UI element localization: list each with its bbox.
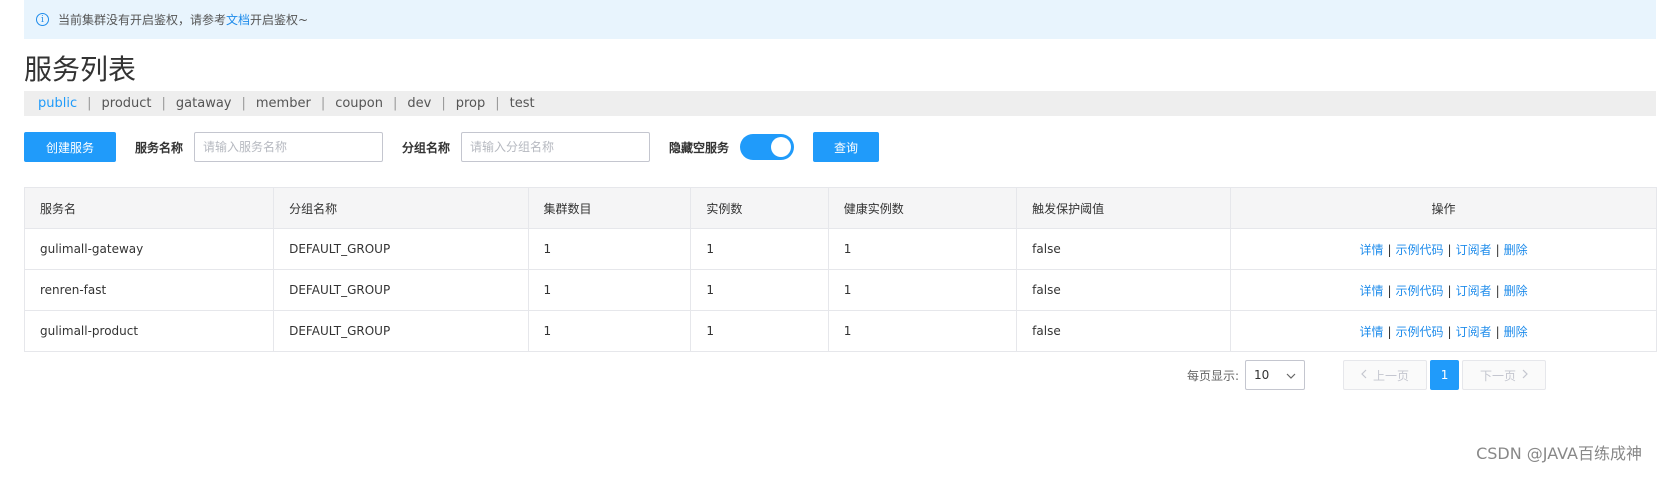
per-page-label: 每页显示: xyxy=(1187,368,1240,383)
delete-link[interactable]: 删除 xyxy=(1504,284,1528,298)
next-page-label: 下一页 xyxy=(1480,368,1517,383)
cell-instance-count: 1 xyxy=(690,310,829,352)
pagination: 每页显示: 10 上一页 1 下一页 xyxy=(1187,360,1547,390)
namespace-separator: | xyxy=(161,96,166,111)
cell-operations: 详情 | 示例代码 | 订阅者 | 删除 xyxy=(1230,269,1657,311)
action-separator: | xyxy=(1495,242,1500,257)
subscribers-link[interactable]: 订阅者 xyxy=(1456,243,1492,257)
cell-group-name: DEFAULT_GROUP xyxy=(273,269,529,311)
table-row: gulimall-gateway DEFAULT_GROUP 1 1 1 false 详情 |… xyxy=(23,228,1657,270)
cell-cluster-count: 1 xyxy=(527,228,692,270)
per-page-select[interactable]: 10 xyxy=(1245,360,1306,390)
group-name-label: 分组名称 xyxy=(402,140,451,155)
auth-notice-banner: i 当前集群没有开启鉴权，请参考 文档 开启鉴权~ xyxy=(24,0,1656,39)
cell-cluster-count: 1 xyxy=(527,269,692,311)
cell-healthy-instance-count: 1 xyxy=(827,310,1018,352)
namespace-coupon[interactable]: coupon xyxy=(335,96,383,111)
header-operations: 操作 xyxy=(1230,187,1657,229)
action-separator: | xyxy=(1387,283,1392,298)
namespace-separator: | xyxy=(495,96,500,111)
namespace-separator: | xyxy=(441,96,446,111)
table-row: gulimall-product DEFAULT_GROUP 1 1 1 false 详情 |… xyxy=(23,310,1657,352)
namespace-gataway[interactable]: gataway xyxy=(176,96,232,111)
namespace-member[interactable]: member xyxy=(256,96,311,111)
action-separator: | xyxy=(1495,283,1500,298)
sample-code-link[interactable]: 示例代码 xyxy=(1396,284,1444,298)
hide-empty-label: 隐藏空服务 xyxy=(669,140,730,155)
toolbar: 创建服务 服务名称 分组名称 隐藏空服务 查询 xyxy=(24,132,880,162)
prev-page-button[interactable]: 上一页 xyxy=(1343,360,1428,390)
namespace-separator: | xyxy=(241,96,246,111)
info-icon: i xyxy=(36,13,49,26)
next-page-button[interactable]: 下一页 xyxy=(1462,360,1547,390)
cell-protect-threshold: false xyxy=(1016,269,1232,311)
action-separator: | xyxy=(1387,242,1392,257)
subscribers-link[interactable]: 订阅者 xyxy=(1456,284,1492,298)
cell-service-name: gulimall-gateway xyxy=(23,228,275,270)
service-table: 服务名 分组名称 集群数目 实例数 健康实例数 触发保护阈值 操作 gulima… xyxy=(23,187,1657,352)
delete-link[interactable]: 删除 xyxy=(1504,325,1528,339)
header-service-name: 服务名 xyxy=(23,187,275,229)
cell-cluster-count: 1 xyxy=(527,310,692,352)
header-group-name: 分组名称 xyxy=(273,187,529,229)
service-name-label: 服务名称 xyxy=(135,140,184,155)
header-instance-count: 实例数 xyxy=(690,187,829,229)
delete-link[interactable]: 删除 xyxy=(1504,243,1528,257)
namespace-test[interactable]: test xyxy=(510,96,535,111)
page-number-current[interactable]: 1 xyxy=(1430,360,1460,390)
group-name-input[interactable] xyxy=(461,132,651,162)
detail-link[interactable]: 详情 xyxy=(1359,284,1383,298)
cell-instance-count: 1 xyxy=(690,269,829,311)
action-separator: | xyxy=(1387,324,1392,339)
table-row: renren-fast DEFAULT_GROUP 1 1 1 false 详情 | 示例代码 |… xyxy=(23,269,1657,311)
notice-text-after: 开启鉴权~ xyxy=(250,13,309,27)
namespace-public[interactable]: public xyxy=(38,96,77,111)
namespace-prop[interactable]: prop xyxy=(456,96,486,111)
docs-link[interactable]: 文档 xyxy=(226,11,250,28)
chevron-down-icon xyxy=(1286,368,1296,382)
per-page-value: 10 xyxy=(1254,368,1270,382)
page-title: 服务列表 xyxy=(24,53,137,86)
sample-code-link[interactable]: 示例代码 xyxy=(1396,325,1444,339)
service-name-input[interactable] xyxy=(194,132,384,162)
create-service-button[interactable]: 创建服务 xyxy=(24,132,116,162)
cell-protect-threshold: false xyxy=(1016,310,1232,352)
cell-service-name: gulimall-product xyxy=(23,310,275,352)
cell-instance-count: 1 xyxy=(690,228,829,270)
watermark: CSDN @JAVA百练成神 xyxy=(1476,444,1642,463)
prev-page-label: 上一页 xyxy=(1373,368,1410,383)
namespace-separator: | xyxy=(393,96,398,111)
notice-text-before: 当前集群没有开启鉴权，请参考 xyxy=(58,13,227,27)
header-protect-threshold: 触发保护阈值 xyxy=(1016,187,1232,229)
cell-protect-threshold: false xyxy=(1016,228,1232,270)
detail-link[interactable]: 详情 xyxy=(1359,325,1383,339)
toggle-knob xyxy=(771,137,792,157)
sample-code-link[interactable]: 示例代码 xyxy=(1396,243,1444,257)
namespace-separator: | xyxy=(320,96,326,111)
namespace-dev[interactable]: dev xyxy=(407,96,431,111)
subscribers-link[interactable]: 订阅者 xyxy=(1456,325,1492,339)
chevron-left-icon xyxy=(1361,368,1367,382)
namespace-separator: | xyxy=(87,96,92,111)
header-cluster-count: 集群数目 xyxy=(527,187,692,229)
detail-link[interactable]: 详情 xyxy=(1359,243,1383,257)
table-header-row: 服务名 分组名称 集群数目 实例数 健康实例数 触发保护阈值 操作 xyxy=(23,187,1657,229)
hide-empty-toggle[interactable] xyxy=(740,134,795,160)
action-separator: | xyxy=(1447,324,1452,339)
cell-operations: 详情 | 示例代码 | 订阅者 | 删除 xyxy=(1230,228,1657,270)
action-separator: | xyxy=(1447,283,1452,298)
action-separator: | xyxy=(1447,242,1452,257)
namespace-bar: public | product | gataway | member | coupon | dev… xyxy=(24,91,1656,116)
cell-group-name: DEFAULT_GROUP xyxy=(273,310,529,352)
cell-healthy-instance-count: 1 xyxy=(827,269,1018,311)
action-separator: | xyxy=(1495,324,1500,339)
cell-operations: 详情 | 示例代码 | 订阅者 | 删除 xyxy=(1230,310,1657,352)
chevron-right-icon xyxy=(1522,368,1528,382)
cell-group-name: DEFAULT_GROUP xyxy=(273,228,529,270)
cell-service-name: renren-fast xyxy=(23,269,275,311)
header-healthy-instance-count: 健康实例数 xyxy=(827,187,1018,229)
cell-healthy-instance-count: 1 xyxy=(827,228,1018,270)
query-button[interactable]: 查询 xyxy=(813,132,880,162)
namespace-product[interactable]: product xyxy=(102,96,152,111)
